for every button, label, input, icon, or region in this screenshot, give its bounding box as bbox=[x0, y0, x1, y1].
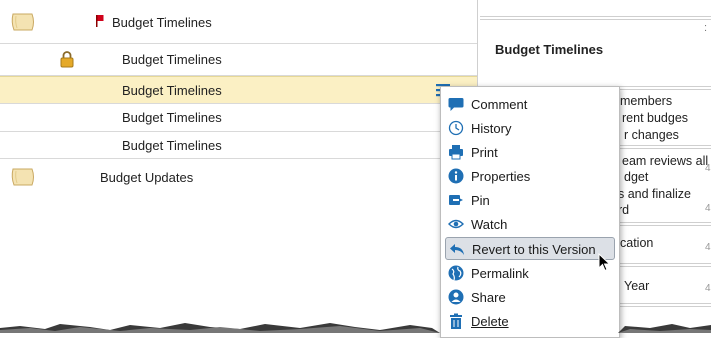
detail-text: s and finalize bbox=[618, 187, 691, 201]
folder-icon bbox=[10, 12, 36, 35]
row-label: Budget Timelines bbox=[122, 52, 222, 67]
eye-icon bbox=[448, 216, 464, 232]
menu-item-print[interactable]: Print bbox=[445, 141, 615, 164]
comment-icon bbox=[448, 96, 464, 112]
menu-item-label: Properties bbox=[471, 169, 531, 184]
row-label: Budget Timelines bbox=[112, 15, 212, 30]
info-icon bbox=[448, 168, 464, 184]
row-label: Budget Timelines bbox=[122, 110, 222, 125]
history-icon bbox=[448, 120, 464, 136]
revert-icon bbox=[449, 241, 465, 257]
detail-title: Budget Timelines bbox=[495, 42, 604, 57]
torn-edge bbox=[0, 318, 711, 333]
menu-item-label: Pin bbox=[471, 193, 490, 208]
detail-text: Year bbox=[624, 279, 650, 293]
list-item[interactable]: Budget Timelines bbox=[0, 76, 477, 104]
side-mark: 4 bbox=[705, 283, 711, 294]
menu-item-pin[interactable]: Pin bbox=[445, 189, 615, 212]
side-mark: 4 bbox=[705, 203, 711, 214]
folder-icon bbox=[10, 167, 36, 190]
list-item[interactable]: Budget Timelines bbox=[0, 44, 477, 76]
menu-item-label: History bbox=[471, 121, 512, 136]
lock-icon bbox=[60, 51, 74, 71]
cursor-icon bbox=[598, 252, 612, 276]
detail-text: cation bbox=[620, 236, 654, 250]
menu-item-comment[interactable]: Comment bbox=[445, 93, 615, 116]
context-menu: Comment History Print Properties Pin Wat… bbox=[440, 86, 620, 338]
side-mark: 4 bbox=[705, 242, 711, 253]
menu-item-label: Comment bbox=[471, 97, 528, 112]
flag-icon bbox=[96, 15, 104, 30]
pin-icon bbox=[448, 192, 464, 208]
side-mark: 4 bbox=[705, 163, 711, 174]
detail-text: members bbox=[620, 94, 673, 108]
menu-item-properties[interactable]: Properties bbox=[445, 165, 615, 188]
list-item[interactable]: Budget Timelines bbox=[0, 132, 477, 159]
print-icon bbox=[448, 144, 464, 160]
list-item[interactable]: Budget Timelines bbox=[0, 0, 477, 44]
detail-text: dget bbox=[624, 170, 649, 184]
menu-item-history[interactable]: History bbox=[445, 117, 615, 140]
menu-item-label: Print bbox=[471, 145, 498, 160]
globe-icon bbox=[448, 265, 464, 281]
share-icon bbox=[448, 289, 464, 305]
detail-text: r changes bbox=[624, 128, 679, 142]
divider bbox=[480, 16, 711, 20]
menu-item-share[interactable]: Share bbox=[445, 286, 615, 309]
row-label: Budget Timelines bbox=[122, 83, 222, 98]
row-label: Budget Updates bbox=[100, 170, 194, 185]
menu-item-watch[interactable]: Watch bbox=[445, 213, 615, 236]
menu-item-label: Share bbox=[471, 290, 506, 305]
menu-item-label: Revert to this Version bbox=[472, 242, 596, 257]
side-mark: : bbox=[704, 22, 708, 34]
menu-item-label: Watch bbox=[471, 217, 508, 232]
detail-text: rent budges bbox=[622, 111, 689, 125]
menu-item-revert[interactable]: Revert to this Version bbox=[445, 237, 615, 260]
detail-text: eam reviews all bbox=[622, 154, 709, 168]
list-item[interactable]: Budget Updates bbox=[0, 159, 477, 195]
menu-item-label: Permalink bbox=[471, 266, 529, 281]
row-label: Budget Timelines bbox=[122, 138, 222, 153]
list-item[interactable]: Budget Timelines bbox=[0, 104, 477, 132]
menu-item-permalink[interactable]: Permalink bbox=[445, 262, 615, 285]
